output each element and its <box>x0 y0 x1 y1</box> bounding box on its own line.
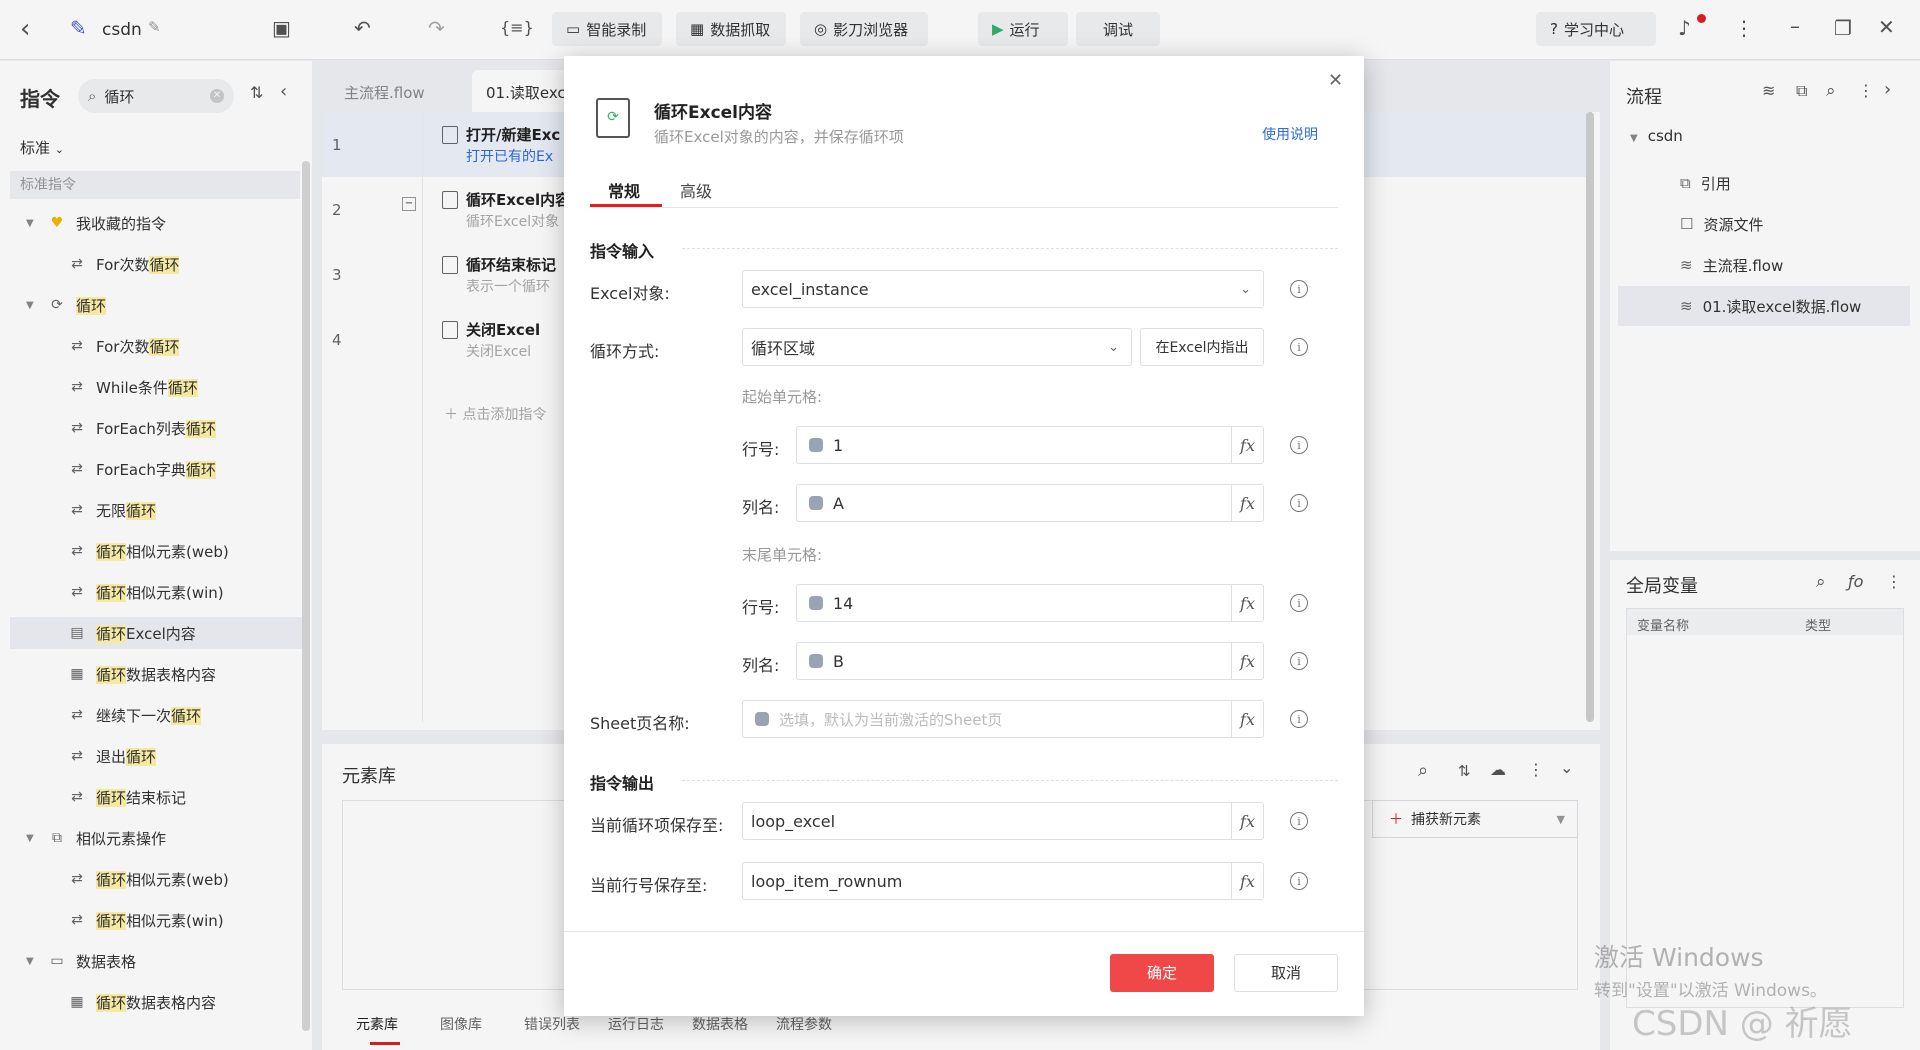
loop-mode-select[interactable]: 循环区域 ⌄ <box>742 328 1132 366</box>
save-item-label: 当前循环项保存至: <box>590 816 724 835</box>
end-cell-label: 末尾单元格: <box>742 546 823 564</box>
point-in-excel-label: 在Excel内指出 <box>1155 340 1249 356</box>
save-row-label: 当前行号保存至: <box>590 876 708 895</box>
footer-divider <box>564 931 1364 932</box>
sheet-name-placeholder: 选填，默认为当前激活的Sheet页 <box>779 710 1003 729</box>
tab-general[interactable]: 常规 <box>608 178 640 202</box>
start-col-input[interactable]: Afx <box>796 484 1264 522</box>
info-icon[interactable]: i <box>1290 710 1308 728</box>
excel-loop-icon: ⟳ <box>596 98 630 138</box>
section-divider <box>682 780 1338 781</box>
chevron-down-icon: ⌄ <box>1240 281 1251 297</box>
end-row-value: 14 <box>833 593 854 613</box>
activation-title: 激活 Windows <box>1594 943 1764 972</box>
end-col-input[interactable]: Bfx <box>796 642 1264 680</box>
python-icon <box>809 654 823 668</box>
start-col-label: 列名: <box>742 498 780 517</box>
excel-object-value: excel_instance <box>751 279 869 299</box>
start-row-value: 1 <box>833 435 844 455</box>
info-icon[interactable]: i <box>1290 338 1308 356</box>
python-icon <box>809 596 823 610</box>
save-row-value: loop_item_rownum <box>751 871 903 891</box>
python-icon <box>809 496 823 510</box>
info-icon[interactable]: i <box>1290 494 1308 512</box>
function-icon[interactable]: fx <box>1231 485 1263 521</box>
info-icon[interactable]: i <box>1290 436 1308 454</box>
section-divider <box>682 248 1338 249</box>
info-icon[interactable]: i <box>1290 652 1308 670</box>
start-cell-label: 起始单元格: <box>742 388 823 406</box>
dialog-title: 循环Excel内容 <box>654 103 773 123</box>
info-icon[interactable]: i <box>1290 280 1308 298</box>
sheet-name-label: Sheet页名称: <box>590 714 690 733</box>
save-row-input[interactable]: loop_item_rownum fx <box>742 862 1264 900</box>
end-col-value: B <box>833 651 844 671</box>
function-icon[interactable]: fx <box>1231 701 1263 737</box>
python-icon <box>809 438 823 452</box>
excel-object-label: Excel对象: <box>590 284 670 303</box>
sheet-name-input[interactable]: 选填，默认为当前激活的Sheet页 fx <box>742 700 1264 738</box>
save-item-value: loop_excel <box>751 811 836 831</box>
start-row-label: 行号: <box>742 440 780 459</box>
function-icon[interactable]: fx <box>1231 585 1263 621</box>
start-row-input[interactable]: 1 fx <box>796 426 1264 464</box>
output-section-title: 指令输出 <box>590 774 655 793</box>
csdn-watermark: CSDN @ 祈愿 <box>1632 1004 1853 1044</box>
end-col-label: 列名: <box>742 656 780 675</box>
python-icon <box>755 712 769 726</box>
excel-object-select[interactable]: excel_instance ⌄ <box>742 270 1264 308</box>
cancel-button[interactable]: 取消 <box>1234 954 1338 992</box>
loop-mode-value: 循环区域 <box>751 339 816 358</box>
end-row-label: 行号: <box>742 598 780 617</box>
input-section-title: 指令输入 <box>590 242 655 261</box>
confirm-button[interactable]: 确定 <box>1110 954 1214 992</box>
start-col-value: A <box>833 493 844 513</box>
loop-mode-label: 循环方式: <box>590 342 660 361</box>
chevron-down-icon: ⌄ <box>1108 339 1119 355</box>
function-icon[interactable]: fx <box>1231 803 1263 839</box>
tab-advanced[interactable]: 高级 <box>680 178 712 202</box>
loop-excel-dialog: ✕ ⟳ 循环Excel内容 循环Excel对象的内容，并保存循环项 使用说明 常… <box>564 56 1364 1016</box>
info-icon[interactable]: i <box>1290 812 1308 830</box>
function-icon[interactable]: fx <box>1231 427 1263 463</box>
save-item-input[interactable]: loop_excel fx <box>742 802 1264 840</box>
info-icon[interactable]: i <box>1290 872 1308 890</box>
close-icon[interactable]: ✕ <box>1328 72 1343 90</box>
end-row-input[interactable]: 14 fx <box>796 584 1264 622</box>
function-icon[interactable]: fx <box>1231 863 1263 899</box>
info-icon[interactable]: i <box>1290 594 1308 612</box>
windows-activation-watermark: 激活 Windows 转到"设置"以激活 Windows。 <box>1594 938 1827 1001</box>
function-icon[interactable]: fx <box>1231 643 1263 679</box>
dialog-subtitle: 循环Excel对象的内容，并保存循环项 <box>654 128 904 146</box>
help-link[interactable]: 使用说明 <box>1262 124 1318 144</box>
tab-divider <box>590 207 1338 208</box>
point-in-excel-button[interactable]: 在Excel内指出 <box>1140 328 1264 366</box>
